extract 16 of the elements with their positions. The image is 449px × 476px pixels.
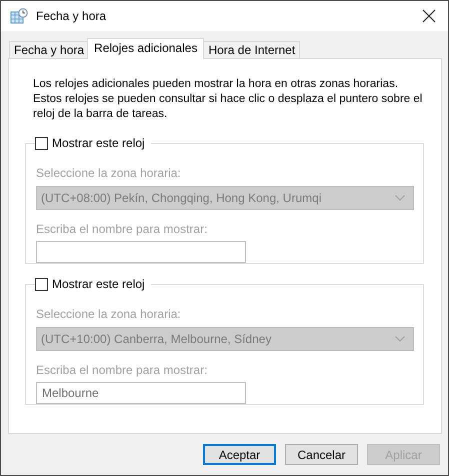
tab[interactable]: Fecha y hora <box>9 41 90 59</box>
field-label: Seleccione la zona horaria: <box>36 166 182 181</box>
field-label: Escriba el nombre para mostrar: <box>36 222 208 237</box>
tab[interactable]: Hora de Internet <box>203 41 300 59</box>
dialog-button[interactable]: Cancelar <box>285 444 358 465</box>
tab[interactable]: Relojes adicionales <box>87 38 204 59</box>
chevron-down-icon <box>395 336 405 342</box>
field-label: Seleccione la zona horaria: <box>36 307 182 322</box>
calendar-clock-icon <box>10 8 28 24</box>
input-field[interactable] <box>36 241 246 263</box>
window-title: Fecha y hora <box>36 9 108 23</box>
chevron-down-icon <box>395 195 405 201</box>
close-icon[interactable] <box>422 9 436 23</box>
dialog-button[interactable]: Aceptar <box>203 444 276 465</box>
description-text: Los relojes adicionales pueden mostrar la hora en otras zonas horarias. Estos relojes se pueden consultar si hace clic o desplaza el puntero sobre el reloj de la barra de tareas. <box>33 77 424 122</box>
field-label: Escriba el nombre para mostrar: <box>36 363 208 378</box>
